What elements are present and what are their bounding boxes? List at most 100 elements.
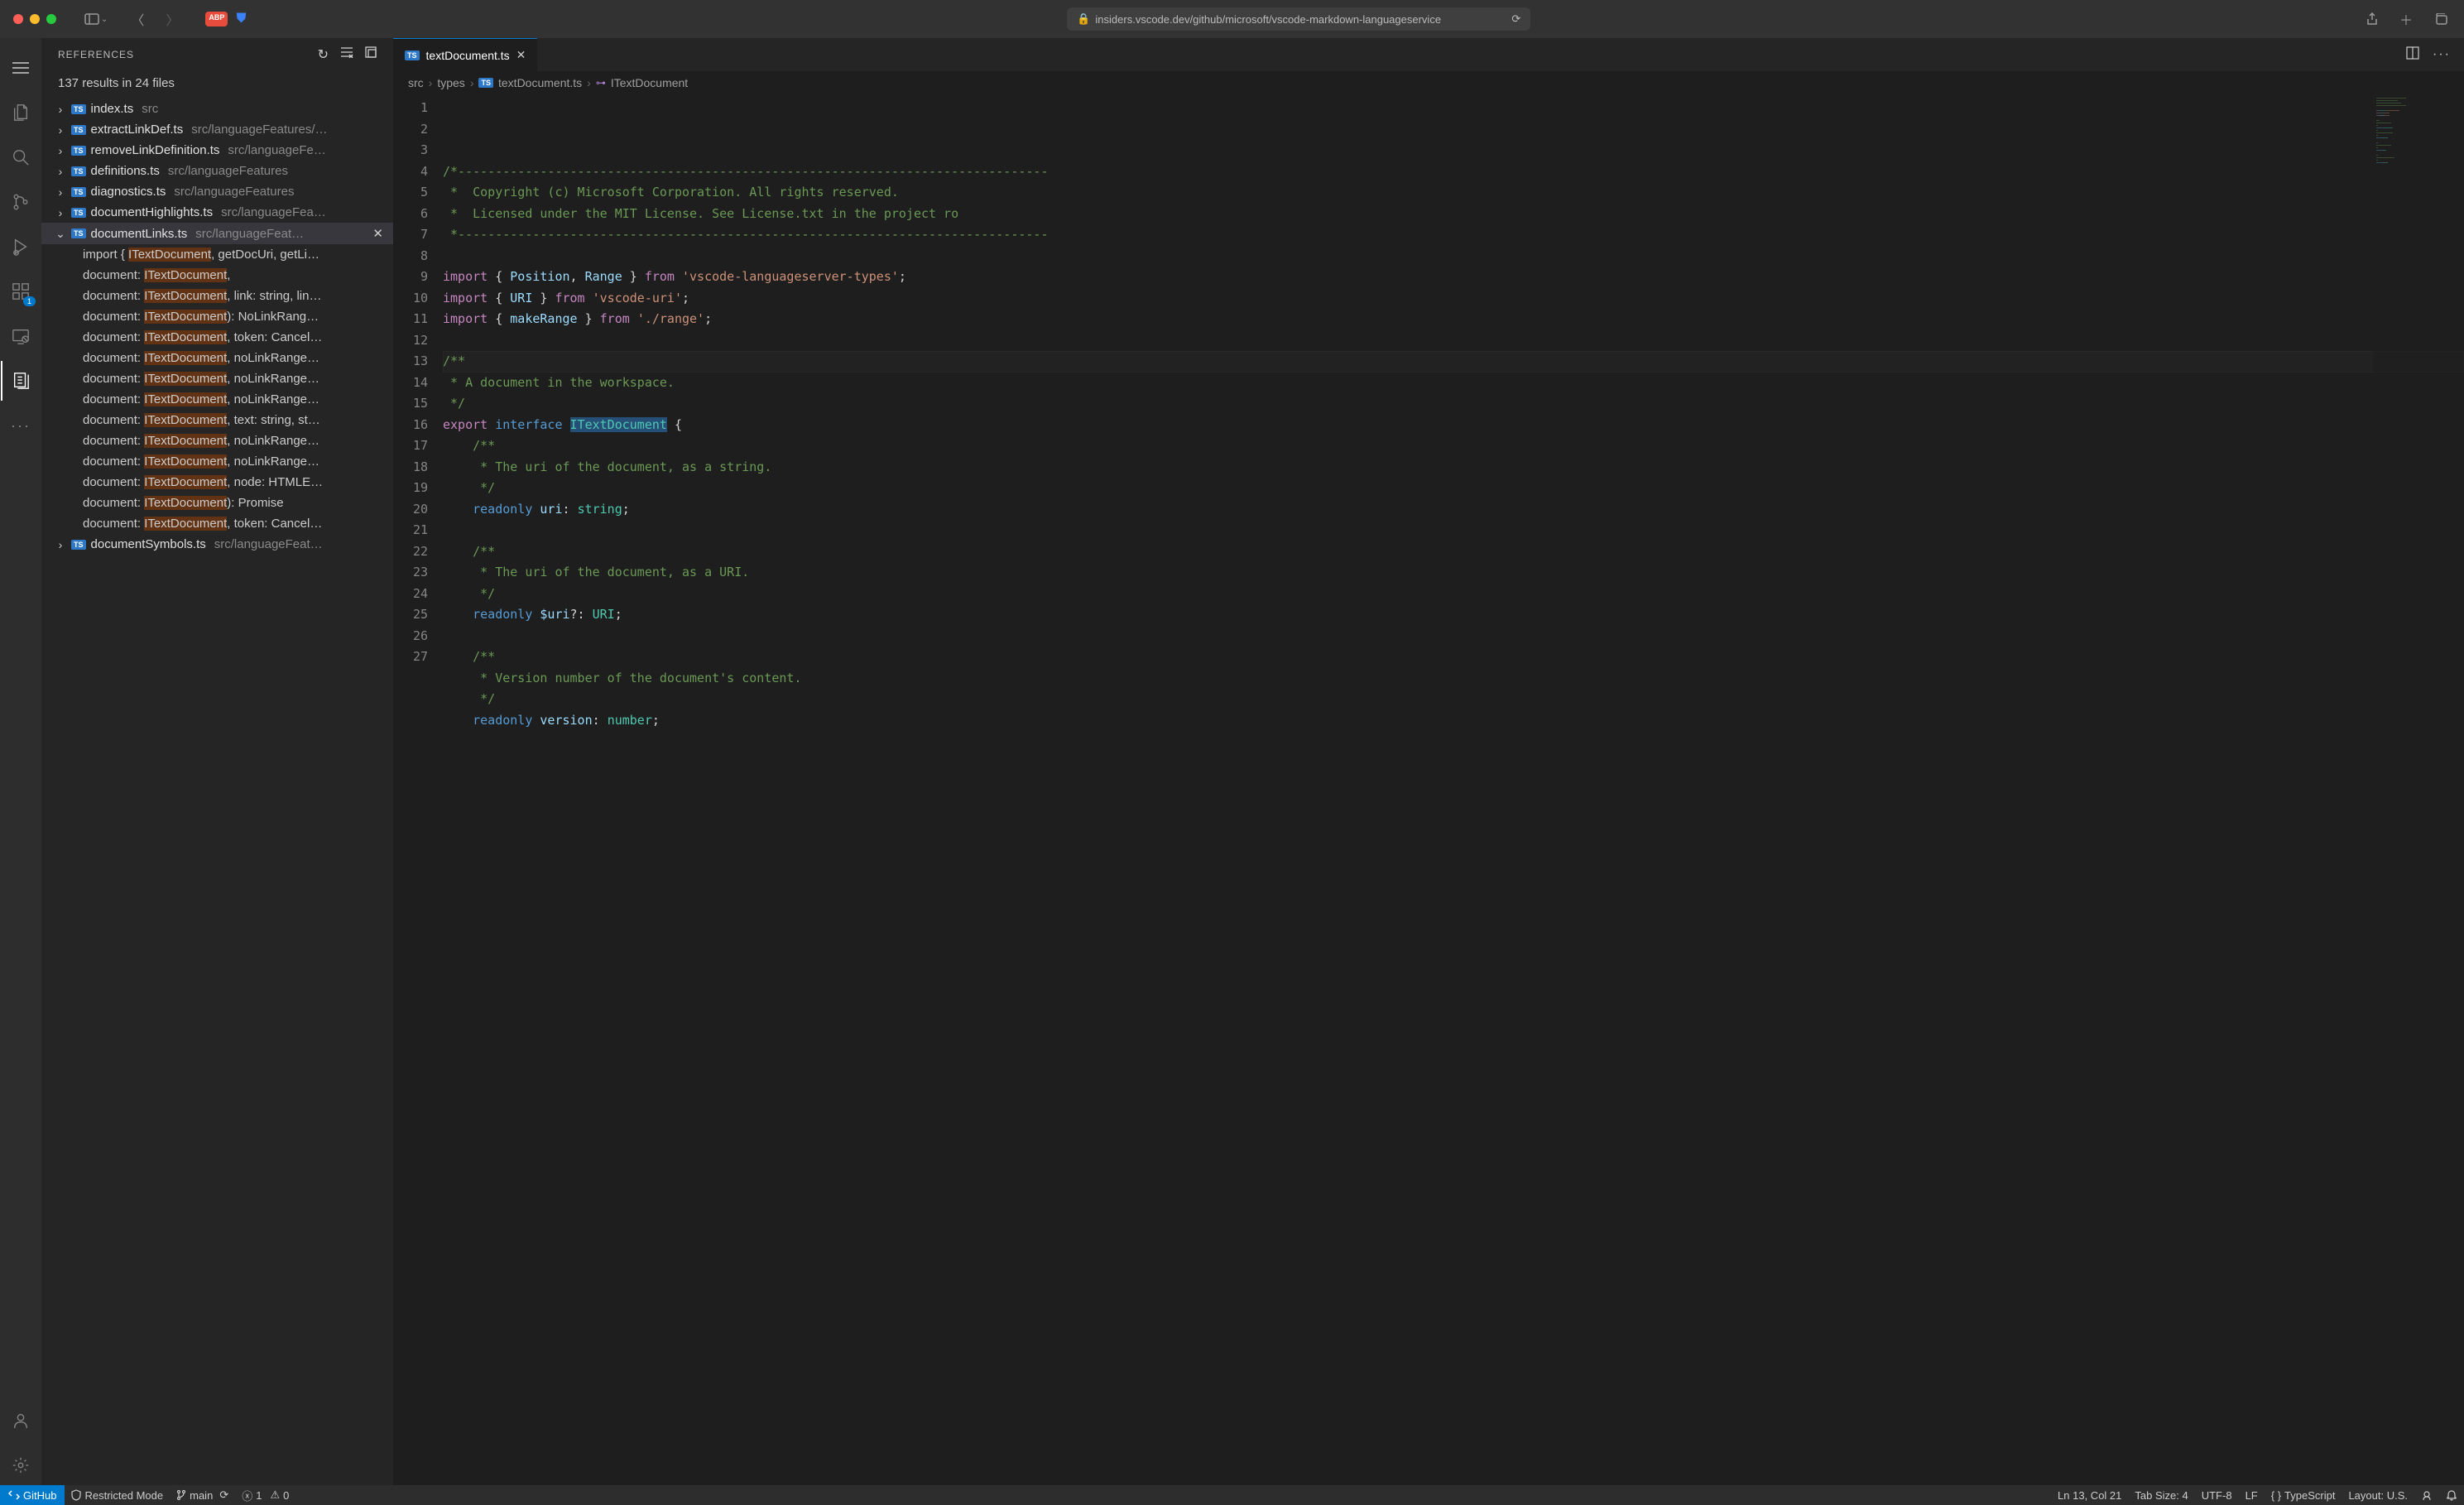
- chevron-right-icon[interactable]: ›: [55, 144, 66, 157]
- ts-file-icon: TS: [71, 166, 86, 176]
- ref-match[interactable]: document: ITextDocument, text: string, s…: [41, 410, 393, 430]
- ref-filepath: src/languageFea…: [221, 205, 326, 219]
- notifications-icon[interactable]: [2439, 1485, 2464, 1505]
- ref-file-row[interactable]: › TS index.ts src: [41, 99, 393, 119]
- ref-match[interactable]: document: ITextDocument, token: Cancel…: [41, 513, 393, 534]
- nav-forward-icon[interactable]: 〉: [162, 6, 182, 32]
- ref-match[interactable]: document: ITextDocument, noLinkRange…: [41, 389, 393, 410]
- ref-filepath: src: [142, 102, 158, 116]
- source-control-icon[interactable]: [1, 182, 41, 222]
- eol[interactable]: LF: [2239, 1485, 2265, 1505]
- more-icon[interactable]: ···: [1, 406, 41, 445]
- tab-overview-icon[interactable]: [2431, 6, 2451, 32]
- maximize-window[interactable]: [46, 14, 56, 24]
- ref-file-row[interactable]: › TS documentSymbols.ts src/languageFeat…: [41, 534, 393, 555]
- ts-file-icon: TS: [71, 540, 86, 550]
- remote-explorer-icon[interactable]: [1, 316, 41, 356]
- ref-file-row[interactable]: › TS diagnostics.ts src/languageFeatures: [41, 181, 393, 202]
- ref-file-row[interactable]: ⌄ TS documentLinks.ts src/languageFeat… …: [41, 223, 393, 244]
- ref-match[interactable]: document: ITextDocument, noLinkRange…: [41, 348, 393, 368]
- remote-indicator[interactable]: GitHub: [0, 1485, 65, 1505]
- bc-src[interactable]: src: [408, 76, 424, 89]
- chevron-right-icon[interactable]: ›: [55, 165, 66, 178]
- ref-match[interactable]: document: ITextDocument, link: string, l…: [41, 286, 393, 306]
- chevron-down-icon[interactable]: ⌄: [55, 227, 66, 241]
- tab-textdocument[interactable]: TS textDocument.ts ✕: [393, 38, 537, 71]
- refresh-icon[interactable]: ↻: [318, 46, 329, 63]
- chevron-right-icon[interactable]: ›: [55, 123, 66, 137]
- ref-match[interactable]: import { ITextDocument, getDocUri, getLi…: [41, 244, 393, 265]
- extensions-icon[interactable]: 1: [1, 272, 41, 311]
- chevron-right-icon[interactable]: ›: [55, 103, 66, 116]
- sidebar-toggle-icon[interactable]: ⌄: [81, 10, 111, 28]
- ref-filename: diagnostics.ts: [91, 185, 166, 199]
- settings-gear-icon[interactable]: [1, 1445, 41, 1485]
- ref-file-row[interactable]: › TS definitions.ts src/languageFeatures: [41, 161, 393, 181]
- search-icon[interactable]: [1, 137, 41, 177]
- chevron-right-icon: ›: [470, 76, 474, 89]
- bc-symbol[interactable]: ITextDocument: [611, 76, 688, 89]
- ref-match[interactable]: document: ITextDocument): Promise: [41, 493, 393, 513]
- split-editor-icon[interactable]: [2406, 46, 2419, 64]
- url-bar[interactable]: 🔒 insiders.vscode.dev/github/microsoft/v…: [1067, 7, 1530, 31]
- adblock-icon[interactable]: ABP: [205, 12, 228, 26]
- tab-label: textDocument.ts: [426, 49, 510, 62]
- extensions-badge: 1: [23, 296, 36, 306]
- ref-match[interactable]: document: ITextDocument, token: Cancel…: [41, 327, 393, 348]
- references-icon[interactable]: [1, 361, 41, 401]
- chevron-right-icon[interactable]: ›: [55, 206, 66, 219]
- minimap[interactable]: ▬▬▬▬▬▬▬▬▬▬▬▬▬▬▬▬▬▬▬▬▬▬▬▬▬▬▬▬▬▬▬▬▬▬▬▬▬▬▬▬…: [2373, 94, 2464, 1485]
- reload-icon[interactable]: ⟳: [1511, 12, 1520, 26]
- code-editor[interactable]: 1234567891011121314151617181920212223242…: [393, 94, 2464, 1485]
- ref-filepath: src/languageFeatures: [168, 164, 288, 178]
- tab-size[interactable]: Tab Size: 4: [2128, 1485, 2194, 1505]
- share-icon[interactable]: [2363, 6, 2381, 32]
- feedback-icon[interactable]: [2414, 1485, 2439, 1505]
- nav-back-icon[interactable]: 〈: [127, 6, 147, 32]
- ref-match[interactable]: document: ITextDocument,: [41, 265, 393, 286]
- clear-icon[interactable]: [340, 46, 353, 63]
- ref-match[interactable]: document: ITextDocument, noLinkRange…: [41, 451, 393, 472]
- ref-file-row[interactable]: › TS extractLinkDef.ts src/languageFeatu…: [41, 119, 393, 140]
- minimize-window[interactable]: [30, 14, 40, 24]
- code-content[interactable]: /*--------------------------------------…: [443, 94, 2464, 1485]
- window-controls: [13, 14, 56, 24]
- account-icon[interactable]: [1, 1401, 41, 1440]
- ref-file-row[interactable]: › TS documentHighlights.ts src/languageF…: [41, 202, 393, 223]
- ref-match[interactable]: document: ITextDocument, node: HTMLE…: [41, 472, 393, 493]
- ref-filepath: src/languageFeatures/…: [191, 123, 327, 137]
- run-debug-icon[interactable]: [1, 227, 41, 267]
- problems[interactable]: ⓧ1 ⚠0: [235, 1485, 295, 1505]
- keyboard-layout[interactable]: Layout: U.S.: [2342, 1485, 2414, 1505]
- language-mode[interactable]: { } TypeScript: [2265, 1485, 2342, 1505]
- tab-close-icon[interactable]: ✕: [516, 48, 526, 62]
- chevron-right-icon[interactable]: ›: [55, 185, 66, 199]
- encoding[interactable]: UTF-8: [2195, 1485, 2239, 1505]
- ts-file-icon: TS: [405, 50, 420, 60]
- collapse-icon[interactable]: [365, 46, 377, 63]
- bc-types[interactable]: types: [437, 76, 464, 89]
- explorer-icon[interactable]: [1, 93, 41, 132]
- ref-filename: documentLinks.ts: [91, 227, 188, 241]
- sync-icon[interactable]: ⟳: [219, 1488, 228, 1502]
- ref-filename: index.ts: [91, 102, 134, 116]
- breadcrumbs[interactable]: src › types › TS textDocument.ts › ⊶ ITe…: [393, 71, 2464, 94]
- ref-filename: documentHighlights.ts: [91, 205, 214, 219]
- shield-icon[interactable]: ⛊: [236, 12, 246, 26]
- close-window[interactable]: [13, 14, 23, 24]
- ref-match[interactable]: document: ITextDocument): NoLinkRang…: [41, 306, 393, 327]
- ref-match[interactable]: document: ITextDocument, noLinkRange…: [41, 430, 393, 451]
- restricted-mode[interactable]: Restricted Mode: [65, 1485, 170, 1505]
- ref-match[interactable]: document: ITextDocument, noLinkRange…: [41, 368, 393, 389]
- cursor-position[interactable]: Ln 13, Col 21: [2051, 1485, 2128, 1505]
- chevron-right-icon[interactable]: ›: [55, 538, 66, 551]
- browser-titlebar: ⌄ 〈 〉 ABP ⛊ 🔒 insiders.vscode.dev/github…: [0, 0, 2464, 38]
- bc-file[interactable]: textDocument.ts: [498, 76, 582, 89]
- close-icon[interactable]: ✕: [369, 226, 387, 241]
- new-tab-icon[interactable]: ＋: [2396, 6, 2416, 32]
- ref-file-row[interactable]: › TS removeLinkDefinition.ts src/languag…: [41, 140, 393, 161]
- editor-area: TS textDocument.ts ✕ ··· src › types › T…: [393, 38, 2464, 1485]
- menu-icon[interactable]: [1, 48, 41, 88]
- more-actions-icon[interactable]: ···: [2433, 47, 2451, 62]
- git-branch[interactable]: main ⟳: [170, 1485, 235, 1505]
